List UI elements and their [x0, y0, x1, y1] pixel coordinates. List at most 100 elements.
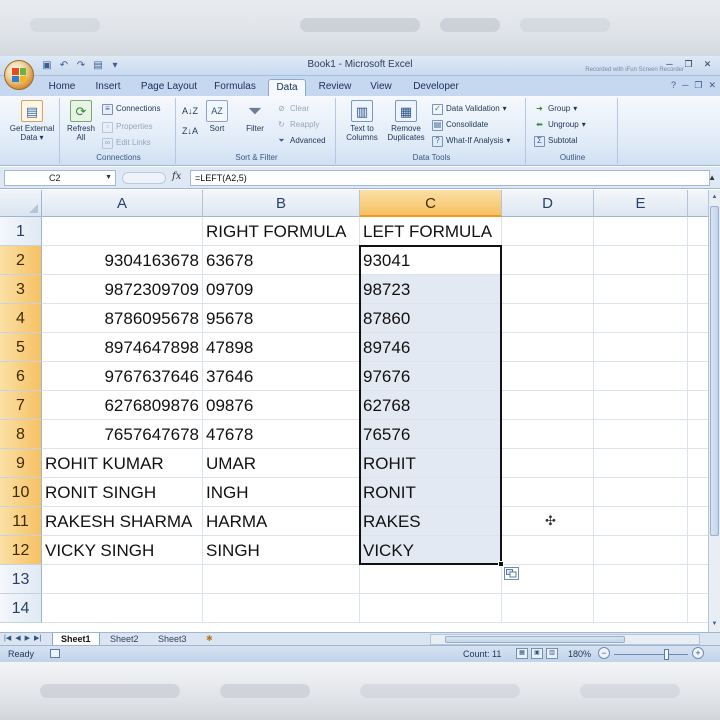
cell-c14[interactable] [360, 594, 502, 623]
cell-b14[interactable] [203, 594, 360, 623]
vertical-scrollbar[interactable]: ▲ ▼ [708, 190, 720, 632]
vertical-scroll-thumb[interactable] [710, 206, 719, 536]
cell-partial[interactable] [688, 594, 708, 623]
group-button[interactable]: ➜ Group ▾ [534, 102, 577, 116]
cell-partial[interactable] [688, 536, 708, 565]
cell-a10[interactable]: RONIT SINGH [42, 478, 203, 507]
row-header-2[interactable]: 2 [0, 246, 42, 275]
formula-input[interactable]: =LEFT(A2,5) [190, 170, 710, 186]
row-header-12[interactable]: 12 [0, 536, 42, 565]
cell-d14[interactable] [502, 594, 594, 623]
cell-e8[interactable] [594, 420, 688, 449]
cell-b4[interactable]: 95678 [203, 304, 360, 333]
row-header-14[interactable]: 14 [0, 594, 42, 623]
row-header-9[interactable]: 9 [0, 449, 42, 478]
office-button[interactable] [4, 60, 34, 90]
cell-e7[interactable] [594, 391, 688, 420]
normal-view-icon[interactable]: ▦ [516, 648, 528, 659]
text-to-columns-button[interactable]: ▥ Text to Columns [342, 100, 382, 142]
cell-e2[interactable] [594, 246, 688, 275]
refresh-all-button[interactable]: ⟳ Refresh All [64, 100, 98, 142]
sort-z-a-button[interactable]: Z↓A [182, 124, 198, 138]
properties-button[interactable]: ▫ Properties [102, 120, 152, 134]
horizontal-scroll-thumb[interactable] [445, 636, 625, 643]
get-external-data-button[interactable]: ▤ Get External Data ▾ [6, 100, 58, 142]
cell-b13[interactable] [203, 565, 360, 594]
cell-d4[interactable] [502, 304, 594, 333]
cell-b10[interactable]: INGH [203, 478, 360, 507]
workbook-restore-icon[interactable]: ❐ [694, 80, 702, 91]
remove-duplicates-button[interactable]: ▦ Remove Duplicates [384, 100, 428, 142]
column-header-c[interactable]: C [360, 190, 502, 217]
cell-a14[interactable] [42, 594, 203, 623]
zoom-slider-knob[interactable] [664, 649, 669, 660]
workbook-close-icon[interactable]: ✕ [708, 80, 716, 91]
cell-partial[interactable] [688, 507, 708, 536]
tab-home[interactable]: Home [44, 79, 80, 96]
cell-b11[interactable]: HARMA [203, 507, 360, 536]
cell-partial[interactable] [688, 246, 708, 275]
cell-a11[interactable]: RAKESH SHARMA [42, 507, 203, 536]
cell-e3[interactable] [594, 275, 688, 304]
cell-e12[interactable] [594, 536, 688, 565]
next-sheet-icon[interactable]: ▶ [25, 634, 30, 642]
cell-b12[interactable]: SINGH [203, 536, 360, 565]
cell-d1[interactable] [502, 217, 594, 246]
cell-d2[interactable] [502, 246, 594, 275]
insert-function-icon[interactable]: fx [172, 171, 181, 182]
cell-c10[interactable]: RONIT [360, 478, 502, 507]
advanced-filter-button[interactable]: ⏷ Advanced [276, 134, 325, 148]
cell-partial[interactable] [688, 565, 708, 594]
column-header-a[interactable]: A [42, 190, 203, 217]
help-icon[interactable]: ? [671, 80, 676, 91]
name-box[interactable]: C2 ▼ [4, 170, 116, 186]
row-header-8[interactable]: 8 [0, 420, 42, 449]
cell-a4[interactable]: 8786095678 [42, 304, 203, 333]
cell-c7[interactable]: 62768 [360, 391, 502, 420]
column-header-b[interactable]: B [203, 190, 360, 217]
cell-b2[interactable]: 63678 [203, 246, 360, 275]
data-validation-button[interactable]: ✓ Data Validation ▾ [432, 102, 507, 116]
cell-c5[interactable]: 89746 [360, 333, 502, 362]
cell-e11[interactable] [594, 507, 688, 536]
cell-partial[interactable] [688, 420, 708, 449]
subtotal-button[interactable]: Σ Subtotal [534, 134, 577, 148]
tab-view[interactable]: View [364, 79, 398, 96]
worksheet-grid[interactable]: A B C D E 1 RIGHT FORMULA LEFT FORMULA 2 93041636… [0, 190, 708, 632]
insert-sheet-icon[interactable]: ✱ [198, 633, 221, 645]
column-header-d[interactable]: D [502, 190, 594, 217]
sort-a-z-button[interactable]: A↓Z [182, 104, 198, 118]
cell-b6[interactable]: 37646 [203, 362, 360, 391]
cell-b3[interactable]: 09709 [203, 275, 360, 304]
tab-review[interactable]: Review [312, 79, 358, 96]
tab-formulas[interactable]: Formulas [208, 79, 262, 96]
cell-partial[interactable] [688, 304, 708, 333]
cell-e6[interactable] [594, 362, 688, 391]
cell-c12[interactable]: VICKY [360, 536, 502, 565]
cell-d6[interactable] [502, 362, 594, 391]
reapply-button[interactable]: ↻ Reapply [276, 118, 319, 132]
cell-a5[interactable]: 8974647898 [42, 333, 203, 362]
tab-developer[interactable]: Developer [406, 79, 466, 96]
cell-e13[interactable] [594, 565, 688, 594]
close-icon[interactable]: ✕ [699, 58, 716, 71]
cell-c8[interactable]: 76576 [360, 420, 502, 449]
sheet-tab-sheet1[interactable]: Sheet1 [52, 633, 100, 645]
cell-e9[interactable] [594, 449, 688, 478]
edit-links-button[interactable]: ∞ Edit Links [102, 136, 151, 150]
row-header-3[interactable]: 3 [0, 275, 42, 304]
last-sheet-icon[interactable]: ▶| [34, 634, 41, 642]
column-header-e[interactable]: E [594, 190, 688, 217]
cell-d5[interactable] [502, 333, 594, 362]
cell-b1[interactable]: RIGHT FORMULA [203, 217, 360, 246]
row-header-4[interactable]: 4 [0, 304, 42, 333]
cell-b8[interactable]: 47678 [203, 420, 360, 449]
prev-sheet-icon[interactable]: ◀ [15, 634, 20, 642]
ungroup-button[interactable]: ⬅ Ungroup ▾ [534, 118, 586, 132]
cell-c9[interactable]: ROHIT [360, 449, 502, 478]
cell-c13[interactable] [360, 565, 502, 594]
page-layout-view-icon[interactable]: ▣ [531, 648, 543, 659]
zoom-level[interactable]: 180% [568, 649, 591, 659]
tab-page-layout[interactable]: Page Layout [138, 79, 200, 96]
clear-filter-button[interactable]: ⊘ Clear [276, 102, 309, 116]
